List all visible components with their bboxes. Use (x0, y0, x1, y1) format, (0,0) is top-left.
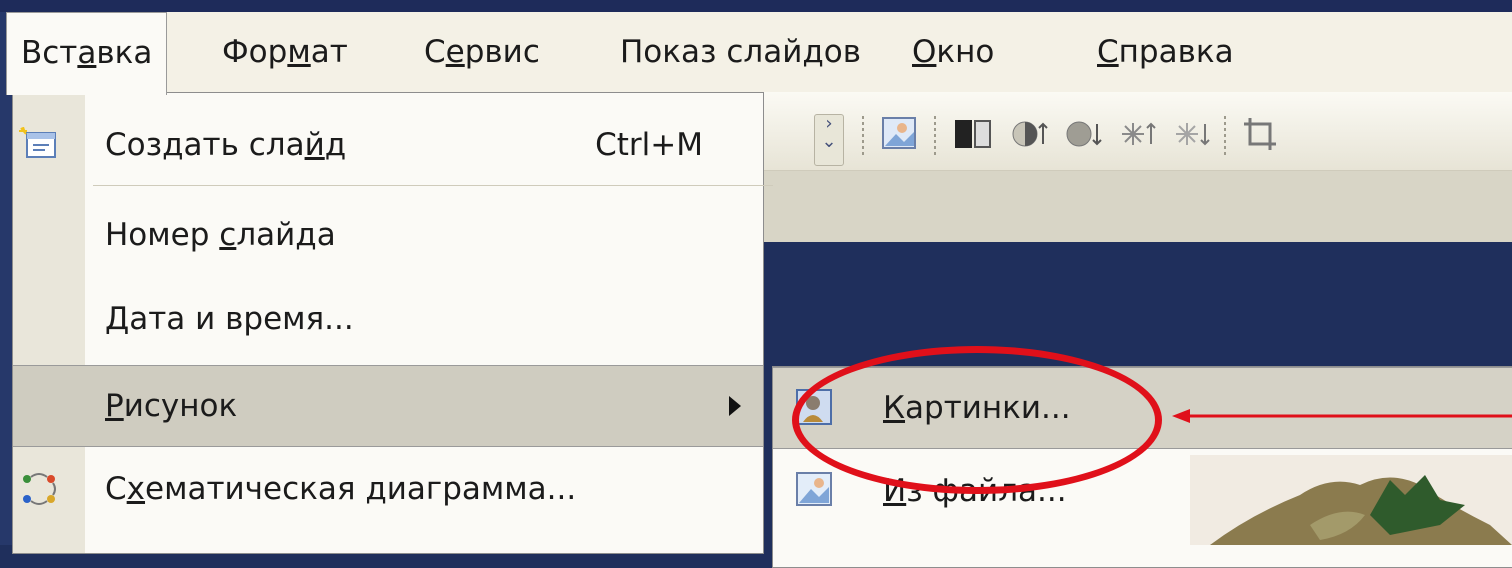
menu-window-accesskey: О (912, 34, 937, 70)
menu-format-label-end: ат (310, 34, 348, 70)
toolbar-separator (934, 116, 936, 156)
less-brightness-icon[interactable] (1172, 114, 1212, 154)
from-file-icon (796, 472, 832, 506)
more-contrast-icon[interactable] (1010, 114, 1050, 154)
less-contrast-icon[interactable] (1064, 114, 1104, 154)
menu-format-label: Фор (222, 34, 288, 70)
more-brightness-icon[interactable] (1118, 114, 1158, 154)
menu-item-picture-label: Рисунок (105, 388, 238, 424)
menu-slideshow[interactable]: Показ слайдов (620, 12, 861, 92)
menu-window-label: кно (936, 34, 995, 70)
clipart-preview-image (1190, 455, 1512, 545)
menu-insert-label-end: вка (96, 35, 153, 71)
menu-item-new-slide-label: Создать слайд (105, 127, 347, 163)
menu-help-accesskey: С (1097, 34, 1119, 70)
insert-menu: Создать слайд Ctrl+M Номер слайда Дата и… (12, 92, 773, 554)
menu-slideshow-label: Показ слай (620, 34, 803, 70)
menu-item-diagram[interactable]: Схематическая диаграмма... (13, 449, 763, 529)
menu-format[interactable]: Формат (222, 12, 348, 92)
crop-icon[interactable] (1240, 114, 1280, 154)
annotation-arrow-icon (1172, 409, 1512, 423)
window-title-band (0, 0, 1512, 12)
menu-bar: Вставка Формат Сервис Показ слайдов Окно… (6, 12, 1512, 95)
toolbar-separator-2 (1224, 116, 1226, 156)
menu-slideshow-accesskey: д (802, 34, 824, 70)
picture-toolbar: › ⌄ (762, 92, 1512, 242)
menu-separator (93, 185, 773, 186)
menu-insert[interactable]: Вставка (6, 12, 168, 95)
menu-tools-accesskey: е (445, 34, 465, 70)
diagram-icon (23, 473, 56, 505)
menu-insert-label: Вст (21, 35, 78, 71)
menu-tools-label: С (424, 34, 446, 70)
menu-item-picture[interactable]: Рисунок (13, 365, 763, 447)
menu-item-new-slide[interactable]: Создать слайд Ctrl+M (13, 105, 763, 185)
new-slide-icon (19, 127, 56, 158)
new-slide-shortcut: Ctrl+M (595, 127, 703, 163)
menu-help-label: правка (1118, 34, 1234, 70)
menu-format-accesskey: м (287, 34, 311, 70)
menu-item-diagram-label: Схематическая диаграмма... (105, 471, 577, 507)
menu-tools-label-end: рвис (464, 34, 540, 70)
toolbar-options-chevron[interactable]: › ⌄ (814, 114, 844, 166)
annotation-ellipse (792, 346, 1162, 494)
toolbar-grip (862, 116, 864, 156)
menu-item-date-time-label: Дата и время... (105, 301, 354, 337)
menu-help[interactable]: Справка (1097, 12, 1234, 92)
menu-item-slide-number-label: Номер слайда (105, 217, 336, 253)
menu-window[interactable]: Окно (912, 12, 994, 92)
color-icon[interactable] (952, 114, 996, 154)
menu-tools[interactable]: Сервис (424, 12, 540, 92)
insert-picture-icon[interactable] (880, 114, 920, 154)
menu-item-slide-number[interactable]: Номер слайда (13, 195, 763, 275)
submenu-arrow-icon (729, 396, 741, 416)
menu-insert-accesskey: а (77, 35, 97, 71)
menu-slideshow-label-end: ов (823, 34, 862, 70)
menu-item-date-time[interactable]: Дата и время... (13, 279, 763, 359)
toolbar-strip: › ⌄ (762, 92, 1512, 171)
